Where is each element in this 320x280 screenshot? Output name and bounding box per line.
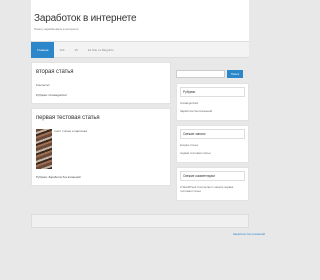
post-title[interactable]: первая тестовая статья — [36, 115, 166, 121]
widget-link[interactable]: первая тестовая статья — [180, 151, 245, 155]
search-button[interactable]: Поиск — [227, 70, 243, 78]
footer-widget-area — [31, 214, 249, 228]
post-text: Контакты! — [36, 83, 50, 87]
post-category-link[interactable]: Заработок без вложений — [48, 175, 80, 179]
post-category-label: Рубрика: — [36, 175, 48, 179]
post-thumbnail — [36, 129, 52, 169]
widget-categories: Рубрики Uncategorized Заработок без влож… — [176, 83, 249, 121]
widget-title: Свежие комментарии — [180, 171, 245, 181]
nav-item-home[interactable]: Главная — [31, 42, 55, 58]
nav-item-k2[interactable]: К2 Site vs Blog/Info — [83, 42, 119, 58]
nav-item-123[interactable]: 123 — [54, 42, 69, 58]
post-category: Рубрика: Заработок без вложений — [36, 175, 166, 179]
widget-recent-posts: Свежие записи вторая статья первая тесто… — [176, 125, 249, 163]
search-form: Поиск — [176, 70, 249, 78]
widget-link[interactable]: Uncategorized — [180, 101, 245, 105]
widget-link[interactable]: A WordPress Commenter к записи первая те… — [180, 185, 245, 193]
post-category-link[interactable]: Uncategorized — [48, 93, 66, 97]
content: вторая статья Контакты! Рубрика: Uncateg… — [31, 62, 171, 190]
widget-link[interactable]: вторая статья — [180, 143, 245, 147]
main-navigation: Главная 123 15 К2 Site vs Blog/Info — [31, 42, 249, 58]
site-description: Помогу зарабатывать в интернете — [34, 27, 79, 31]
main-area: вторая статья Контакты! Рубрика: Uncateg… — [31, 62, 249, 212]
post-card: вторая статья Контакты! Рубрика: Uncateg… — [31, 62, 171, 104]
post-category-label: Рубрика: — [36, 93, 48, 97]
post-card: первая тестовая статья текст статьи и ка… — [31, 108, 171, 186]
widget-recent-comments: Свежие комментарии A WordPress Commenter… — [176, 167, 249, 201]
page: Заработок в интернете Помогу зарабатыват… — [31, 0, 265, 270]
post-title[interactable]: вторая статья — [36, 69, 166, 75]
widget-title: Свежие записи — [180, 129, 245, 139]
post-body: текст статьи и картинка — [36, 129, 166, 169]
footer-link[interactable]: Заработок без вложений — [233, 232, 265, 236]
sidebar: Поиск Рубрики Uncategorized Заработок бе… — [176, 70, 249, 205]
site-header: Заработок в интернете Помогу зарабатыват… — [31, 0, 249, 42]
post-text: текст статьи и картинка — [54, 129, 87, 133]
search-input[interactable] — [176, 70, 225, 78]
widget-link[interactable]: Заработок без вложений — [180, 109, 245, 113]
site-title[interactable]: Заработок в интернете — [34, 14, 249, 24]
widget-title: Рубрики — [180, 87, 245, 97]
nav-item-15[interactable]: 15 — [69, 42, 82, 58]
post-category: Рубрика: Uncategorized — [36, 93, 166, 97]
